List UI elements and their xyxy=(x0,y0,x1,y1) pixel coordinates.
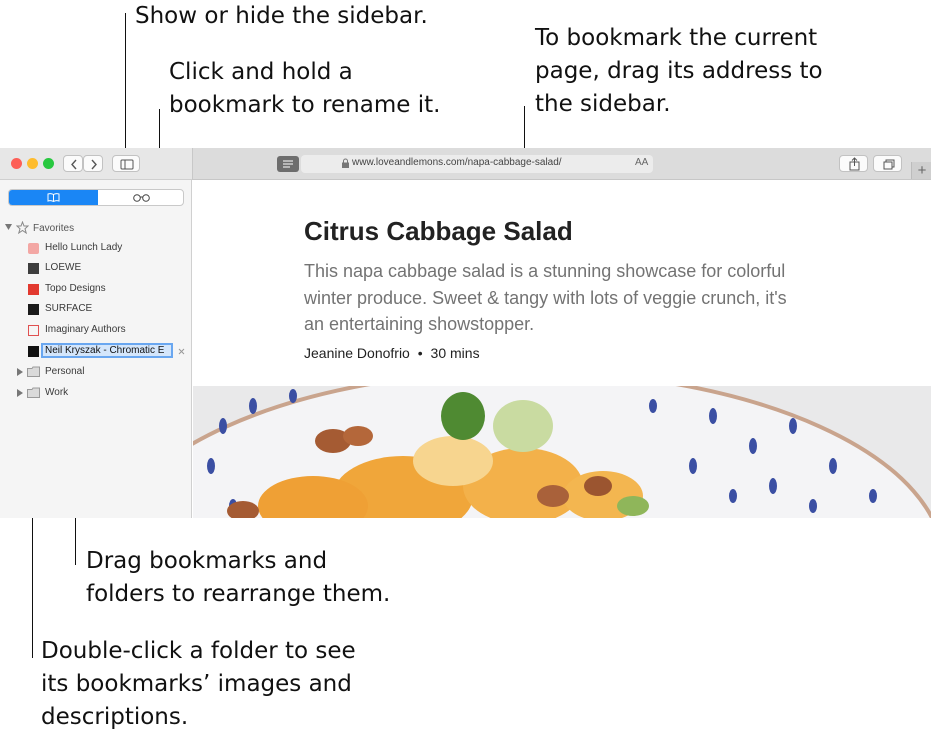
new-tab-button[interactable]: + xyxy=(911,162,931,179)
text-size-button[interactable]: AA xyxy=(635,157,648,168)
lock-icon xyxy=(342,158,349,168)
close-window-button[interactable] xyxy=(11,158,22,169)
leader-line-sidebar xyxy=(125,13,126,154)
chevron-left-icon xyxy=(71,159,77,170)
tabs-icon xyxy=(883,159,895,170)
folder-icon xyxy=(27,387,40,398)
callout-bookmark-page: To bookmark the current page, drag its a… xyxy=(535,22,823,121)
share-icon xyxy=(849,157,860,171)
bookmark-label: SURFACE xyxy=(45,303,93,314)
article-title: Citrus Cabbage Salad xyxy=(304,216,573,246)
bookmark-label: LOEWE xyxy=(45,262,82,273)
chevron-right-icon xyxy=(91,159,97,170)
bookmark-rename-field[interactable]: Neil Kryszak - Chromatic E xyxy=(41,343,173,358)
callout-rename-line1: Click and hold a xyxy=(169,59,353,85)
callout-rename: Click and hold a bookmark to rename it. xyxy=(169,56,440,122)
callout-drag-line2: folders to rearrange them. xyxy=(86,581,391,607)
bookmark-label: Topo Designs xyxy=(45,283,106,294)
neil-kryszak-favicon xyxy=(28,346,39,357)
article-author: Jeanine Donofrio xyxy=(304,345,410,361)
article-time: 30 mins xyxy=(430,345,480,361)
back-button[interactable] xyxy=(63,155,83,172)
callout-drag-line1: Drag bookmarks and xyxy=(86,548,328,574)
sidebar-segmented-control xyxy=(8,189,184,206)
folder-label: Personal xyxy=(45,366,85,377)
sidebar-toggle-button[interactable] xyxy=(112,155,140,172)
clear-icon[interactable] xyxy=(178,348,185,355)
callout-dblclick-line1: Double-click a folder to see xyxy=(41,638,356,664)
callout-dblclick-line2: its bookmarks’ images and xyxy=(41,671,352,697)
reading-list-tab[interactable] xyxy=(98,190,183,205)
disclosure-collapsed-icon xyxy=(17,389,23,397)
salad-photo-image xyxy=(193,386,931,518)
minimize-window-button[interactable] xyxy=(27,158,38,169)
tab-overview-button[interactable] xyxy=(873,155,902,172)
callout-bookmark-line2: page, drag its address to xyxy=(535,58,823,84)
callout-double-click: Double-click a folder to see its bookmar… xyxy=(41,635,356,734)
reader-view-button[interactable] xyxy=(277,156,299,172)
bookmarks-tab[interactable] xyxy=(9,190,98,205)
imaginary-authors-favicon xyxy=(28,325,39,336)
reader-icon xyxy=(283,160,293,168)
salad-photo xyxy=(193,386,931,518)
article-description: This napa cabbage salad is a stunning sh… xyxy=(304,261,787,334)
disclosure-expanded-icon xyxy=(5,224,12,230)
zoom-window-button[interactable] xyxy=(43,158,54,169)
callout-sidebar-toggle: Show or hide the sidebar. xyxy=(135,3,428,29)
article-byline: Jeanine Donofrio • 30 mins xyxy=(304,345,480,361)
loewe-favicon xyxy=(28,263,39,274)
favorites-folder-label[interactable]: Favorites xyxy=(33,223,74,234)
callout-bookmark-line1: To bookmark the current xyxy=(535,25,818,51)
reading-glasses-icon xyxy=(133,194,150,202)
hello-lunch-lady-favicon xyxy=(28,243,39,254)
disclosure-collapsed-icon xyxy=(17,368,23,376)
address-url: www.loveandlemons.com/napa-cabbage-salad… xyxy=(352,157,562,168)
sidebar-icon xyxy=(120,159,134,170)
folder-icon xyxy=(27,366,40,377)
share-button[interactable] xyxy=(839,155,868,172)
callout-rename-line2: bookmark to rename it. xyxy=(169,92,441,118)
book-icon xyxy=(47,193,60,203)
bookmark-label: Imaginary Authors xyxy=(45,324,126,335)
callout-drag: Drag bookmarks and folders to rearrange … xyxy=(86,545,390,611)
bookmark-label: Hello Lunch Lady xyxy=(45,242,123,253)
callout-bookmark-line3: the sidebar. xyxy=(535,91,671,117)
toolbar: www.loveandlemons.com/napa-cabbage-salad… xyxy=(0,148,931,180)
folder-label: Work xyxy=(45,387,69,398)
topo-designs-favicon xyxy=(28,284,39,295)
byline-separator: • xyxy=(417,345,423,361)
surface-favicon xyxy=(28,304,39,315)
forward-button[interactable] xyxy=(83,155,103,172)
callout-dblclick-line3: descriptions. xyxy=(41,704,189,730)
star-icon xyxy=(16,221,29,234)
